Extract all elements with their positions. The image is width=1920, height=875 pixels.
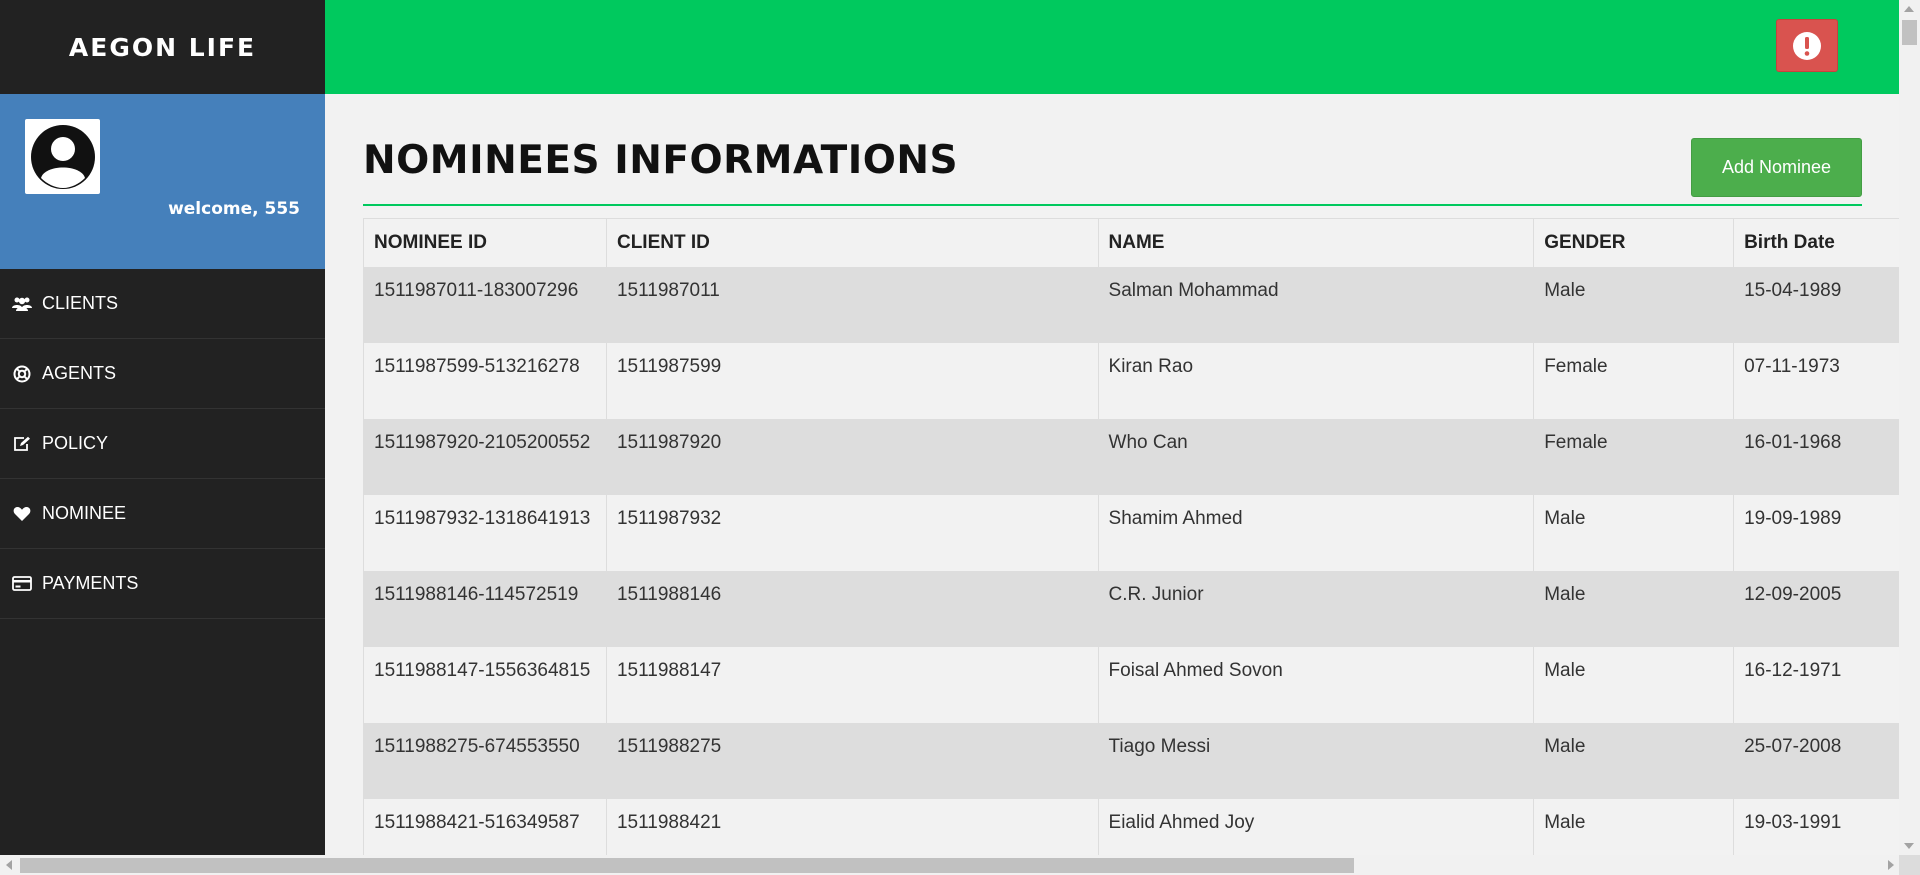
table-row[interactable]: 1511988146-114572519 1511988146 C.R. Junio… xyxy=(363,570,1899,647)
table-body: 1511987011-183007296 1511987011 Salman Moh… xyxy=(363,266,1899,855)
nominee-id-cell: 1511987011-183007296 xyxy=(363,266,607,343)
scrollbar-thumb[interactable] xyxy=(20,858,1354,873)
user-avatar-icon xyxy=(30,124,95,189)
sidebar-item-label: CLIENTS xyxy=(42,293,119,313)
client-id-cell: 1511988275 xyxy=(605,722,1099,799)
client-id-cell: 1511987920 xyxy=(605,418,1099,495)
name-cell: Salman Mohammad xyxy=(1097,266,1535,343)
nominee-id-cell: 1511988275-674553550 xyxy=(363,722,607,799)
sidebar-item-agents[interactable]: AGENTS xyxy=(0,339,325,409)
scroll-down-arrow-icon[interactable] xyxy=(1904,843,1914,849)
name-cell: Tiago Messi xyxy=(1097,722,1535,799)
birth-date-cell: 19-03-1991 xyxy=(1733,798,1899,855)
name-cell: Who Can xyxy=(1097,418,1535,495)
sidebar-item-nominee[interactable]: NOMINEE xyxy=(0,479,325,549)
main-content: NOMINEES INFORMATIONS Add Nominee NOMINE… xyxy=(325,94,1899,855)
profile-panel: welcome, 555 xyxy=(0,94,325,269)
table-row[interactable]: 1511988275-674553550 1511988275 Tiago Mess… xyxy=(363,722,1899,799)
nominee-id-cell: 1511987920-2105200552 xyxy=(363,418,607,495)
horizontal-scrollbar[interactable] xyxy=(0,855,1920,875)
column-header[interactable]: NAME xyxy=(1097,218,1535,267)
page-title: NOMINEES INFORMATIONS xyxy=(363,138,959,183)
sidebar-item-policy[interactable]: POLICY xyxy=(0,409,325,479)
sidebar-item-label: PAYMENTS xyxy=(42,573,139,593)
scroll-up-arrow-icon[interactable] xyxy=(1904,6,1914,12)
scroll-left-arrow-icon[interactable] xyxy=(6,860,12,870)
table-row[interactable]: 1511987599-513216278 1511987599 Kiran Rao F… xyxy=(363,342,1899,419)
birth-date-cell: 16-01-1968 xyxy=(1733,418,1899,495)
sidebar-nav: CLIENTS AGENTS POLICY NOMINEE PAYMENTS xyxy=(0,269,325,619)
birth-date-cell: 15-04-1989 xyxy=(1733,266,1899,343)
client-id-cell: 1511987932 xyxy=(605,494,1099,571)
sidebar-item-payments[interactable]: PAYMENTS xyxy=(0,549,325,619)
brand-logo[interactable]: AEGON LIFE xyxy=(0,0,325,94)
birth-date-cell: 12-09-2005 xyxy=(1733,570,1899,647)
birth-date-cell: 16-12-1971 xyxy=(1733,646,1899,723)
sidebar-item-label: POLICY xyxy=(42,433,109,453)
nominee-id-cell: 1511988147-1556364815 xyxy=(363,646,607,723)
birth-date-cell: 07-11-1973 xyxy=(1733,342,1899,419)
gender-cell: Male xyxy=(1533,798,1735,855)
gender-cell: Male xyxy=(1533,570,1735,647)
name-cell: Foisal Ahmed Sovon xyxy=(1097,646,1535,723)
credit-card-icon xyxy=(12,574,32,594)
client-id-cell: 1511988147 xyxy=(605,646,1099,723)
name-cell: C.R. Junior xyxy=(1097,570,1535,647)
scrollbar-thumb[interactable] xyxy=(1902,20,1917,45)
sidebar: AEGON LIFE welcome, 555 CLIENTS AGENTS P… xyxy=(0,0,325,855)
avatar[interactable] xyxy=(25,119,100,194)
column-header[interactable]: Birth Date xyxy=(1733,218,1899,267)
scrollbar-corner xyxy=(1899,855,1920,875)
vertical-scrollbar[interactable] xyxy=(1899,0,1920,855)
alert-button[interactable] xyxy=(1776,19,1838,72)
title-divider xyxy=(363,204,1862,206)
birth-date-cell: 25-07-2008 xyxy=(1733,722,1899,799)
gender-cell: Female xyxy=(1533,342,1735,419)
client-id-cell: 1511988146 xyxy=(605,570,1099,647)
birth-date-cell: 19-09-1989 xyxy=(1733,494,1899,571)
gender-cell: Male xyxy=(1533,494,1735,571)
client-id-cell: 1511988421 xyxy=(605,798,1099,855)
name-cell: Shamim Ahmed xyxy=(1097,494,1535,571)
table-header-row: NOMINEE ID CLIENT ID NAME GENDER Birth D… xyxy=(363,218,1899,267)
sidebar-item-label: NOMINEE xyxy=(42,503,127,523)
sidebar-item-clients[interactable]: CLIENTS xyxy=(0,269,325,339)
name-cell: Kiran Rao xyxy=(1097,342,1535,419)
name-cell: Eialid Ahmed Joy xyxy=(1097,798,1535,855)
table-row[interactable]: 1511987920-2105200552 1511987920 Who Can Fe… xyxy=(363,418,1899,495)
nominee-id-cell: 1511987599-513216278 xyxy=(363,342,607,419)
top-bar xyxy=(325,0,1899,94)
column-header[interactable]: CLIENT ID xyxy=(605,218,1099,267)
add-nominee-button[interactable]: Add Nominee xyxy=(1691,138,1862,197)
table-row[interactable]: 1511988421-516349587 1511988421 Eialid Ahm… xyxy=(363,798,1899,855)
column-header[interactable]: NOMINEE ID xyxy=(363,218,607,267)
sidebar-item-label: AGENTS xyxy=(42,363,117,383)
column-header[interactable]: GENDER xyxy=(1533,218,1735,267)
users-icon xyxy=(12,294,32,314)
table-row[interactable]: 1511987932-1318641913 1511987932 Shamim Ah… xyxy=(363,494,1899,571)
client-id-cell: 1511987011 xyxy=(605,266,1099,343)
scroll-right-arrow-icon[interactable] xyxy=(1888,860,1894,870)
nominee-id-cell: 1511988146-114572519 xyxy=(363,570,607,647)
nominee-id-cell: 1511988421-516349587 xyxy=(363,798,607,855)
nominees-table: NOMINEE ID CLIENT ID NAME GENDER Birth D… xyxy=(363,218,1899,855)
heart-icon xyxy=(12,504,32,524)
nominee-id-cell: 1511987932-1318641913 xyxy=(363,494,607,571)
gender-cell: Female xyxy=(1533,418,1735,495)
lifebuoy-icon xyxy=(12,364,32,384)
table-row[interactable]: 1511988147-1556364815 1511988147 Foisal Ah… xyxy=(363,646,1899,723)
welcome-text: welcome, 555 xyxy=(168,199,300,219)
edit-icon xyxy=(12,434,32,454)
gender-cell: Male xyxy=(1533,646,1735,723)
client-id-cell: 1511987599 xyxy=(605,342,1099,419)
gender-cell: Male xyxy=(1533,722,1735,799)
exclamation-circle-icon xyxy=(1793,31,1821,60)
gender-cell: Male xyxy=(1533,266,1735,343)
table-row[interactable]: 1511987011-183007296 1511987011 Salman Moh… xyxy=(363,266,1899,343)
